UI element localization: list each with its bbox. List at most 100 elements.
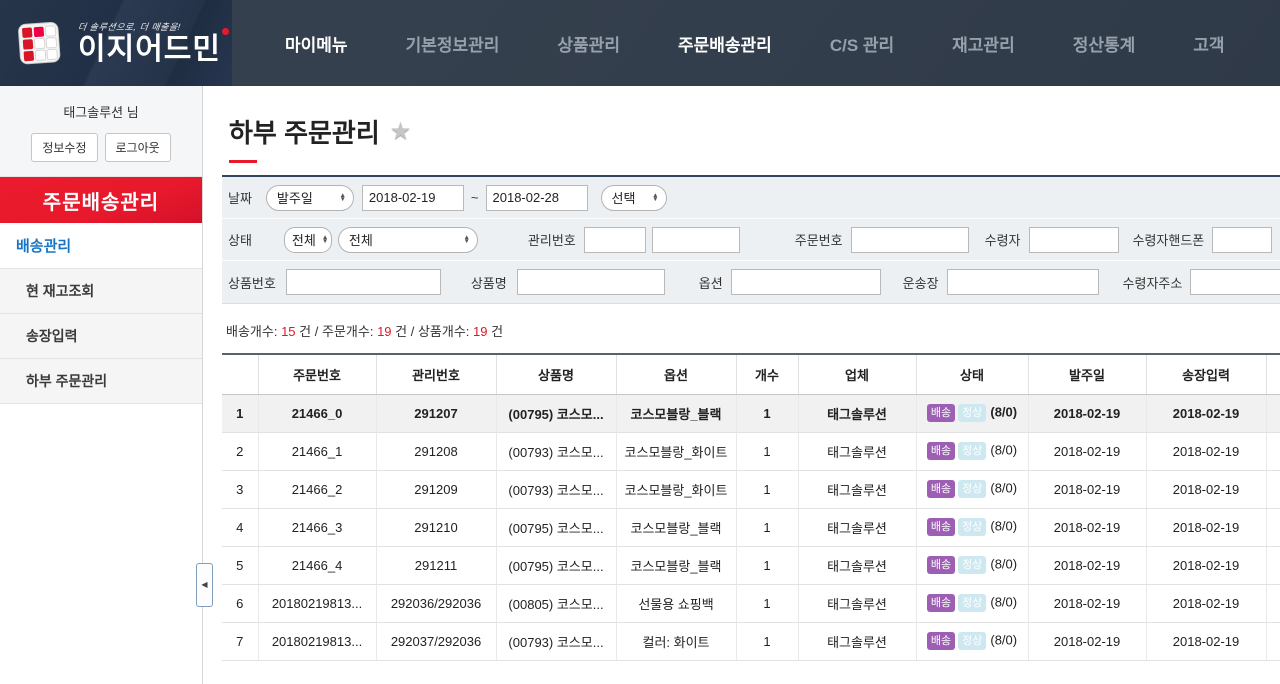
product-name-label: 상품명 bbox=[470, 275, 507, 291]
option-input[interactable] bbox=[730, 269, 881, 295]
table-row[interactable]: 7 20180219813... 292037/292036 (00793) 코… bbox=[222, 622, 1280, 661]
search-filter-panel: 날짜 발주일 ▲▼ ~ 선택 ▲▼ 상태 전체 ▲▼ 전체 ▲▼ 관리번호 bbox=[222, 175, 1280, 304]
cell-vendor: 태그솔루션 bbox=[797, 432, 916, 471]
col-header-extra bbox=[1265, 354, 1280, 395]
table-row[interactable]: 4 21466_3 291210 (00795) 코스모... 코스모블랑_블랙… bbox=[222, 508, 1280, 547]
product-name-input[interactable] bbox=[516, 269, 665, 295]
table-row[interactable]: 2 21466_1 291208 (00793) 코스모... 코스모블랑_화이… bbox=[222, 432, 1280, 471]
cell-invoice-date: 2018-02-19 bbox=[1145, 546, 1266, 585]
cell-qty: 1 bbox=[735, 394, 798, 433]
cell-status: 배송 정상 (8/0) bbox=[915, 394, 1028, 433]
cell-extra bbox=[1265, 584, 1280, 623]
mgmt-no-input-1[interactable] bbox=[583, 226, 646, 253]
cell-vendor: 태그솔루션 bbox=[797, 394, 916, 433]
product-no-input[interactable] bbox=[285, 269, 441, 295]
cell-invoice-date: 2018-02-19 bbox=[1145, 470, 1266, 509]
cell-invoice-date: 2018-02-19 bbox=[1145, 394, 1266, 433]
nav-item-basic-info[interactable]: 기본정보관리 bbox=[406, 31, 500, 56]
cell-order-no[interactable]: 20180219813... bbox=[257, 584, 376, 623]
sidebar-item-stock-inquiry[interactable]: 현 재고조회 bbox=[0, 269, 202, 314]
shipping-status-badge: 배송 bbox=[926, 404, 956, 422]
col-header-status[interactable]: 상태 bbox=[915, 354, 1028, 395]
col-header-vendor[interactable]: 업체 bbox=[797, 354, 916, 395]
cell-status: 배송 정상 (8/0) bbox=[915, 470, 1028, 509]
nav-item-cs-mgmt[interactable]: C/S 관리 bbox=[830, 31, 894, 56]
status-select-1[interactable]: 전체 ▲ ▼ bbox=[283, 226, 332, 253]
unit-text: 건 bbox=[491, 324, 504, 339]
invoice-input[interactable] bbox=[946, 269, 1099, 295]
normal-status-badge: 정상 bbox=[958, 632, 987, 650]
nav-item-product-mgmt[interactable]: 상품관리 bbox=[557, 31, 620, 56]
cell-status: 배송 정상 (8/0) bbox=[915, 432, 1028, 471]
option-label: 옵션 bbox=[698, 275, 723, 291]
cell-row-index: 5 bbox=[222, 546, 258, 585]
nav-item-inventory[interactable]: 재고관리 bbox=[952, 31, 1015, 56]
table-header-row: 주문번호 관리번호 상품명 옵션 개수 업체 상태 발주일 송장입력 bbox=[222, 354, 1280, 395]
table-row[interactable]: 1 21466_0 291207 (00795) 코스모... 코스모블랑_블랙… bbox=[222, 394, 1280, 433]
col-header-index bbox=[222, 354, 258, 395]
nav-item-my-menu[interactable]: 마이메뉴 bbox=[285, 31, 348, 56]
table-row[interactable]: 5 21466_4 291211 (00795) 코스모... 코스모블랑_블랙… bbox=[222, 546, 1280, 585]
shipping-status-badge: 배송 bbox=[926, 632, 956, 650]
col-header-order-date[interactable]: 발주일 bbox=[1027, 354, 1146, 395]
col-header-mgmt-no[interactable]: 관리번호 bbox=[375, 354, 496, 395]
sidebar-collapse-button[interactable]: ◀ bbox=[196, 563, 213, 607]
cell-order-no[interactable]: 21466_3 bbox=[257, 508, 376, 547]
username: 태그솔루션 님 bbox=[63, 105, 139, 120]
cell-order-no[interactable]: 21466_4 bbox=[257, 546, 376, 585]
table-row[interactable]: 3 21466_2 291209 (00793) 코스모... 코스모블랑_화이… bbox=[222, 470, 1280, 509]
edit-info-button[interactable]: 정보수정 bbox=[31, 133, 98, 162]
cell-order-date: 2018-02-19 bbox=[1027, 622, 1146, 661]
shipping-status-badge: 배송 bbox=[926, 556, 956, 574]
sidebar-item-invoice-entry[interactable]: 송장입력 bbox=[0, 314, 202, 359]
sidebar-item-shipping-mgmt[interactable]: 배송관리 bbox=[0, 223, 202, 269]
date-to-input[interactable] bbox=[485, 184, 588, 211]
status-select-1-value: 전체 bbox=[291, 233, 316, 248]
logout-button[interactable]: 로그아웃 bbox=[104, 133, 171, 162]
unit-text: 건 / bbox=[299, 324, 319, 339]
sidebar-item-sub-order-mgmt[interactable]: 하부 주문관리 bbox=[0, 359, 202, 404]
col-header-option[interactable]: 옵션 bbox=[615, 354, 736, 395]
cell-row-index: 7 bbox=[222, 622, 258, 661]
table-row[interactable]: 6 20180219813... 292036/292036 (00805) 코… bbox=[222, 584, 1280, 623]
cell-invoice-date: 2018-02-19 bbox=[1145, 432, 1266, 471]
cell-extra bbox=[1265, 622, 1280, 661]
favorite-star-icon[interactable]: ★ bbox=[390, 117, 412, 146]
col-header-order-no[interactable]: 주문번호 bbox=[257, 354, 376, 395]
date-type-select[interactable]: 발주일 ▲ ▼ bbox=[265, 184, 354, 211]
cell-order-date: 2018-02-19 bbox=[1027, 432, 1146, 471]
cell-invoice-date: 2018-02-19 bbox=[1145, 622, 1266, 661]
col-header-qty[interactable]: 개수 bbox=[735, 354, 798, 395]
select-stepper-icon: ▲ ▼ bbox=[339, 191, 346, 203]
filter-row-product: 상품번호 상품명 옵션 운송장 수령자주소 bbox=[222, 261, 1280, 303]
receiver-addr-input[interactable] bbox=[1190, 269, 1280, 295]
cell-invoice-date: 2018-02-19 bbox=[1145, 508, 1266, 547]
receiver-input[interactable] bbox=[1028, 226, 1119, 253]
select-stepper-icon: ▲ ▼ bbox=[463, 233, 470, 245]
col-header-product-name[interactable]: 상품명 bbox=[495, 354, 616, 395]
nav-item-settlement[interactable]: 정산통계 bbox=[1073, 31, 1136, 56]
cell-qty: 1 bbox=[735, 432, 798, 471]
nav-item-customer[interactable]: 고객 bbox=[1193, 31, 1224, 56]
sidebar-menu: 배송관리 현 재고조회 송장입력 하부 주문관리 bbox=[0, 223, 202, 404]
cell-order-no[interactable]: 21466_0 bbox=[257, 394, 376, 433]
date-preset-select[interactable]: 선택 ▲ ▼ bbox=[600, 184, 667, 211]
cell-product-name: (00793) 코스모... bbox=[495, 622, 616, 661]
cell-order-no[interactable]: 21466_1 bbox=[257, 432, 376, 471]
receiver-phone-input[interactable] bbox=[1212, 226, 1273, 253]
app-logo[interactable]: 더 솔루션으로, 더 매출을! 이지어드민 bbox=[0, 0, 232, 86]
order-count-label: 주문개수: bbox=[321, 324, 374, 339]
date-from-input[interactable] bbox=[361, 184, 464, 211]
nav-item-order-shipping[interactable]: 주문배송관리 bbox=[678, 31, 772, 56]
cell-row-index: 1 bbox=[222, 394, 258, 433]
order-no-input[interactable] bbox=[850, 226, 969, 253]
cell-order-no[interactable]: 21466_2 bbox=[257, 470, 376, 509]
cell-row-index: 2 bbox=[222, 432, 258, 471]
product-count-label: 상품개수: bbox=[417, 324, 470, 339]
shipping-status-badge: 배송 bbox=[926, 442, 956, 460]
mgmt-no-input-2[interactable] bbox=[651, 226, 740, 253]
normal-status-badge: 정상 bbox=[958, 404, 987, 422]
status-select-2[interactable]: 전체 ▲ ▼ bbox=[337, 226, 478, 253]
cell-order-no[interactable]: 20180219813... bbox=[257, 622, 376, 661]
col-header-invoice-date[interactable]: 송장입력 bbox=[1145, 354, 1266, 395]
